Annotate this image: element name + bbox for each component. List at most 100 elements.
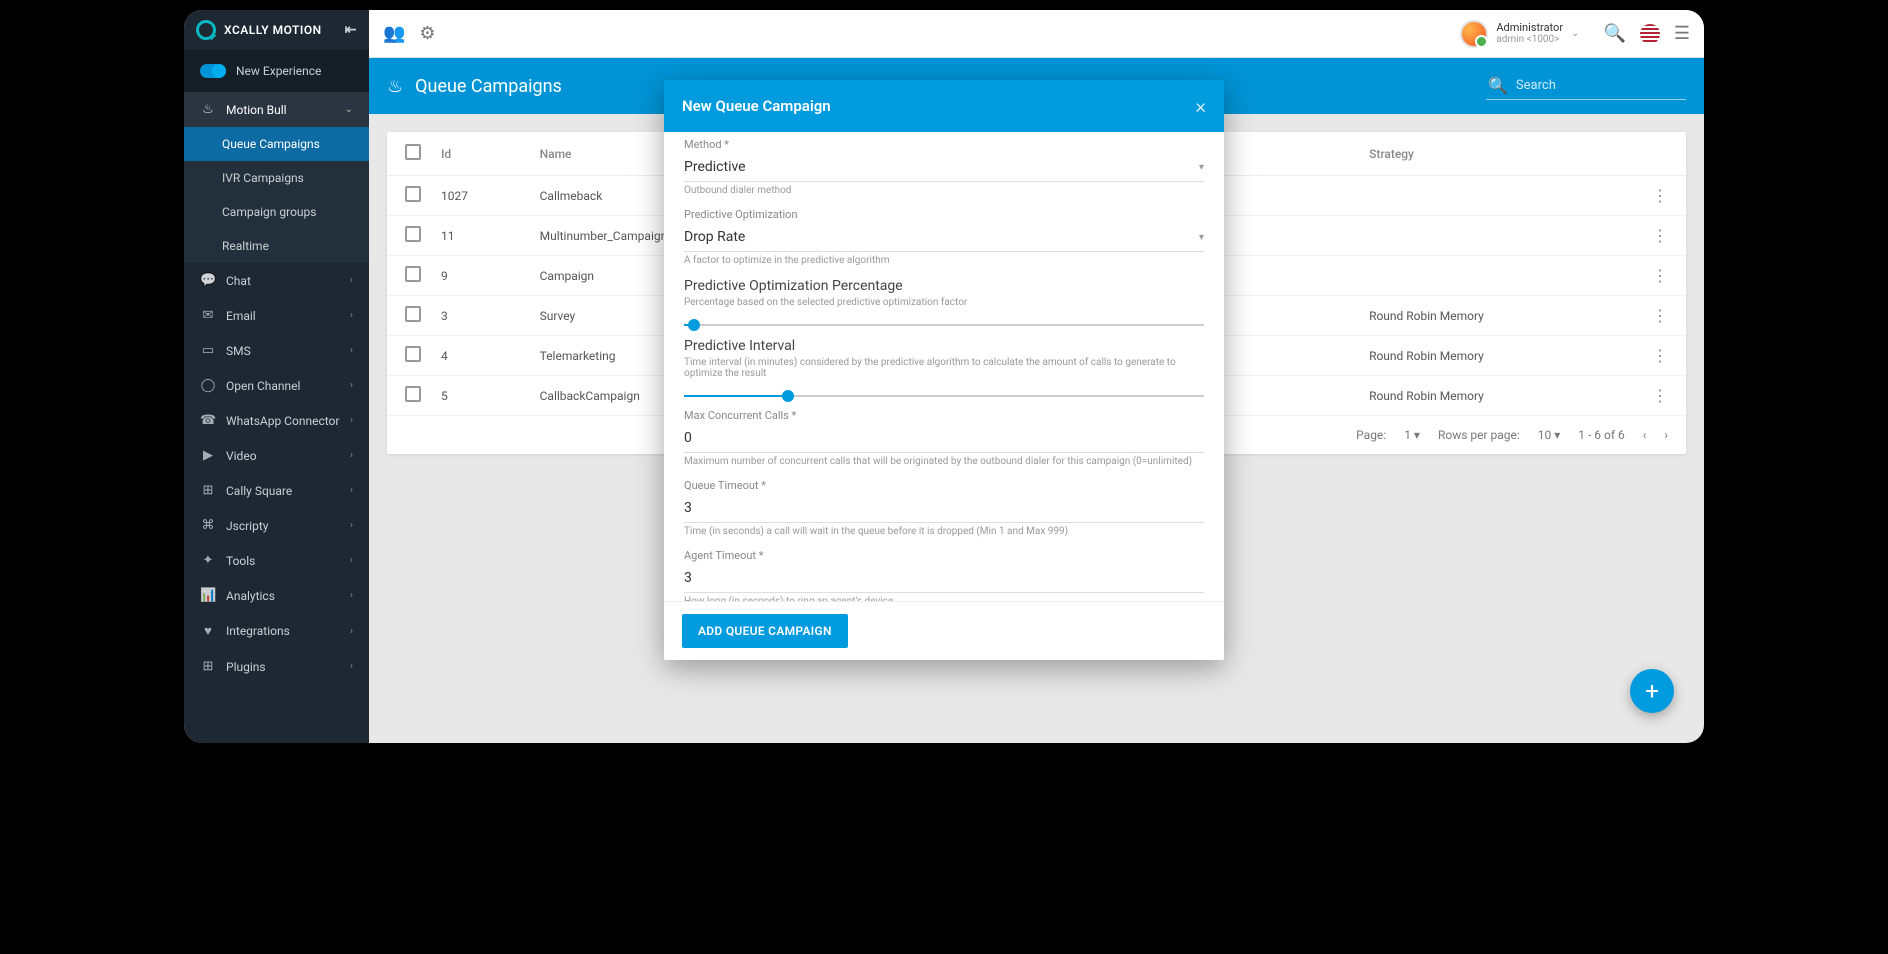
page-select[interactable]: 1 ▾ [1404,428,1420,442]
nav-item-whatsapp[interactable]: ☎WhatsApp Connector› [184,403,369,438]
new-experience-toggle[interactable]: New Experience [184,50,369,92]
page-label: Page: [1356,428,1386,442]
row-menu-icon[interactable]: ⋮ [1642,296,1686,336]
nav-sub-realtime[interactable]: Realtime [184,229,369,263]
logo-icon [196,20,216,40]
rpp-select[interactable]: 10 ▾ [1538,428,1561,442]
topbar: 👥 ⚙ Administrator admin <1000> ⌄ 🔍 ☰ [369,10,1704,58]
field-method: Method * Predictive ▾ Outbound dialer me… [684,138,1204,196]
nav-item-chat[interactable]: 💬Chat› [184,263,369,298]
nav-item-analytics[interactable]: 📊Analytics› [184,578,369,613]
row-checkbox[interactable] [405,346,421,362]
nav-section-motion-bull[interactable]: ♨ Motion Bull ⌄ [184,92,369,127]
prev-page[interactable]: ‹ [1643,428,1647,442]
select-all-checkbox[interactable] [405,144,421,160]
collapse-icon[interactable]: ⇤ [345,22,357,38]
gear-icon[interactable]: ⚙ [419,23,435,44]
modal-header: New Queue Campaign × [664,80,1224,132]
user-menu[interactable]: Administrator admin <1000> ⌄ [1460,20,1579,48]
nav-sub-ivr-campaigns[interactable]: IVR Campaigns [184,161,369,195]
next-page[interactable]: › [1664,428,1668,442]
row-menu-icon[interactable]: ⋮ [1642,336,1686,376]
nav-item-sms[interactable]: ▭SMS› [184,333,369,368]
page-range: 1 - 6 of 6 [1578,428,1624,442]
app-name: XCALLY MOTION [224,23,322,37]
qtimeout-input[interactable] [684,494,1204,523]
row-menu-icon[interactable]: ⋮ [1642,376,1686,416]
toggle-switch-icon [200,64,226,78]
method-hint: Outbound dialer method [684,185,1204,196]
chevron-right-icon: › [350,555,353,566]
optpct-slider[interactable] [684,324,1204,326]
nav-sub-queue-campaigns[interactable]: Queue Campaigns [184,127,369,161]
slider-thumb-icon [688,319,700,331]
row-menu-icon[interactable]: ⋮ [1642,176,1686,216]
nav-item-jscripty[interactable]: ⌘Jscripty› [184,508,369,543]
chevron-right-icon: › [350,275,353,286]
nav-sub-campaign-groups[interactable]: Campaign groups [184,195,369,229]
jscripty-icon: ⌘ [200,518,216,533]
nav-item-cally-square[interactable]: ⊞Cally Square› [184,473,369,508]
cell-strategy [1359,256,1642,296]
menu-icon[interactable]: ☰ [1674,23,1690,44]
cell-id: 11 [431,216,530,256]
integrations-icon: ♥ [200,623,216,639]
th-strategy[interactable]: Strategy [1359,132,1642,176]
maxcalls-input[interactable] [684,424,1204,453]
field-queue-timeout: Queue Timeout * Time (in seconds) a call… [684,479,1204,537]
cell-strategy: Round Robin Memory [1359,376,1642,416]
nav-item-video[interactable]: ▶Video› [184,438,369,473]
row-checkbox[interactable] [405,266,421,282]
search-input[interactable] [1516,78,1684,93]
nav-item-tools[interactable]: ✦Tools› [184,543,369,578]
user-sub: admin <1000> [1496,34,1563,46]
flag-icon[interactable] [1640,24,1660,44]
modal-footer: ADD QUEUE CAMPAIGN [664,601,1224,660]
app-window: XCALLY MOTION ⇤ New Experience ♨ Motion … [184,10,1704,743]
field-predictive-optimization: Predictive Optimization Drop Rate ▾ A fa… [684,208,1204,266]
nav-item-integrations[interactable]: ♥Integrations› [184,613,369,649]
people-icon[interactable]: 👥 [383,23,405,44]
atimeout-input[interactable] [684,564,1204,593]
field-predictive-interval: Predictive Interval Time interval (in mi… [684,338,1204,397]
method-select[interactable]: Predictive ▾ [684,153,1204,182]
cell-strategy [1359,216,1642,256]
video-icon: ▶ [200,448,216,463]
row-checkbox[interactable] [405,306,421,322]
nav-item-open-channel[interactable]: ◯Open Channel› [184,368,369,403]
row-checkbox[interactable] [405,226,421,242]
open-channel-icon: ◯ [200,378,216,393]
modal-title: New Queue Campaign [682,97,831,115]
row-menu-icon[interactable]: ⋮ [1642,216,1686,256]
page-search[interactable]: 🔍 [1486,72,1686,100]
row-menu-icon[interactable]: ⋮ [1642,256,1686,296]
row-checkbox[interactable] [405,186,421,202]
chevron-right-icon: › [350,345,353,356]
opt-label: Predictive Optimization [684,208,1204,221]
add-queue-campaign-button[interactable]: ADD QUEUE CAMPAIGN [682,614,848,648]
field-opt-percentage: Predictive Optimization Percentage Perce… [684,278,1204,326]
cell-id: 9 [431,256,530,296]
optpct-hint: Percentage based on the selected predict… [684,297,1204,308]
new-queue-campaign-modal: New Queue Campaign × Method * Predictive… [664,80,1224,660]
row-checkbox[interactable] [405,386,421,402]
search-icon[interactable]: 🔍 [1603,23,1625,44]
cally-square-icon: ⊞ [200,483,216,498]
nav-item-email[interactable]: ✉Email› [184,298,369,333]
tools-icon: ✦ [200,553,216,568]
interval-title: Predictive Interval [684,338,1204,354]
chevron-right-icon: › [350,520,353,531]
toggle-label: New Experience [236,64,321,78]
interval-slider[interactable] [684,395,1204,397]
chevron-right-icon: › [350,450,353,461]
field-max-concurrent-calls: Max Concurrent Calls * Maximum number of… [684,409,1204,467]
sidebar: XCALLY MOTION ⇤ New Experience ♨ Motion … [184,10,369,743]
chevron-right-icon: › [350,415,353,426]
close-icon[interactable]: × [1196,94,1206,118]
field-agent-timeout: Agent Timeout * How long (in seconds) to… [684,549,1204,601]
fab-add-button[interactable]: + [1630,669,1674,713]
opt-select[interactable]: Drop Rate ▾ [684,223,1204,252]
th-id[interactable]: Id [431,132,530,176]
nav-item-plugins[interactable]: ⊞Plugins› [184,649,369,684]
caret-down-icon: ▾ [1199,232,1204,243]
